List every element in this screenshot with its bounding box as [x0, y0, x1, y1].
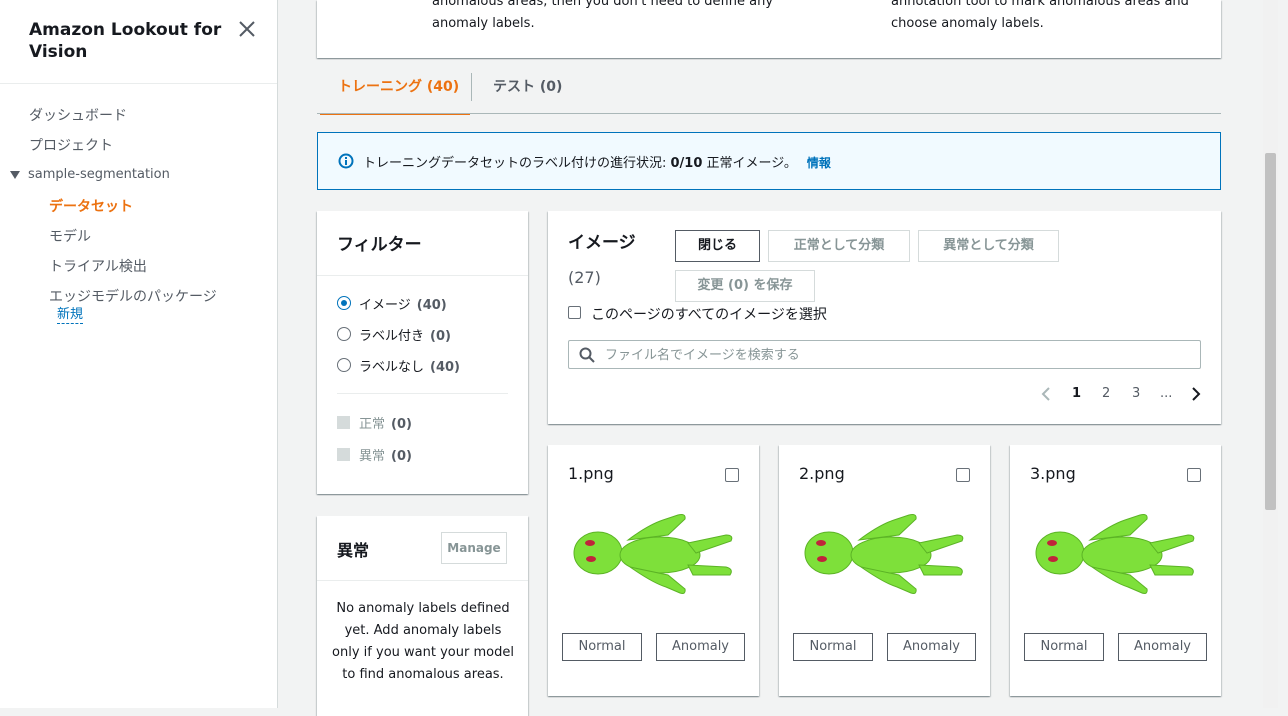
classify-normal-button[interactable]: 正常として分類	[768, 230, 910, 262]
image-filename: 2.png	[799, 464, 845, 483]
image-tile[interactable]: 3.png Normal Anomaly	[1010, 445, 1221, 696]
nav-dashboard[interactable]: ダッシュボード	[29, 105, 127, 125]
divider	[317, 275, 528, 276]
tab-training[interactable]: トレーニング (40)	[320, 67, 470, 115]
alien-figure-image[interactable]	[1030, 495, 1201, 613]
nav-projects[interactable]: プロジェクト	[29, 135, 113, 155]
caret-down-icon[interactable]	[10, 171, 20, 179]
filter-class-label: 正常	[359, 417, 386, 432]
info-card-left-line2: anomaly labels.	[432, 16, 535, 31]
new-badge: 新規	[57, 307, 84, 324]
tab-test[interactable]: テスト (0)	[493, 67, 583, 113]
checkbox-anomaly-disabled	[337, 448, 350, 461]
image-filename: 1.png	[568, 464, 614, 483]
filter-option-label: ラベルなし	[359, 360, 425, 375]
label-normal-button[interactable]: Normal	[1024, 633, 1104, 661]
info-card-right-line2: choose anomaly labels.	[891, 16, 1044, 31]
nav-edge-model-packages[interactable]: エッジモデルのパッケージ	[49, 286, 217, 306]
radio-images[interactable]	[337, 296, 351, 310]
labeling-progress-alert: トレーニングデータセットのラベル付けの進行状況: 0/10 正常イメージ。 情報	[317, 132, 1221, 190]
tab-separator	[471, 73, 472, 101]
filter-class-count: (0)	[391, 449, 412, 464]
radio-unlabeled[interactable]	[337, 358, 351, 372]
tab-training-label: トレーニング (40)	[338, 79, 460, 95]
divider	[317, 580, 528, 581]
select-all-checkbox[interactable]	[568, 306, 581, 319]
filter-option-count: (40)	[416, 298, 447, 313]
image-select-checkbox[interactable]	[956, 468, 970, 482]
radio-labeled[interactable]	[337, 327, 351, 341]
filter-class-anomaly: 異常 (0)	[359, 445, 412, 464]
filter-option-images[interactable]: イメージ (40)	[359, 294, 447, 313]
progress-prefix: トレーニングデータセットのラベル付けの進行状況:	[363, 156, 671, 171]
label-normal-button[interactable]: Normal	[793, 633, 873, 661]
page-ellipsis: ...	[1160, 386, 1173, 401]
info-card-left-line1: anomalous areas, then you don't need to …	[432, 0, 774, 9]
label-normal-button[interactable]: Normal	[562, 633, 642, 661]
anomaly-labels-panel: 異常 Manage No anomaly labels defined yet.…	[317, 516, 528, 716]
divider	[337, 393, 508, 394]
progress-value: 0/10	[670, 156, 703, 171]
nav-project-sample-segmentation[interactable]: sample-segmentation	[28, 167, 170, 182]
nav-dataset[interactable]: データセット	[49, 196, 133, 216]
image-select-checkbox[interactable]	[1187, 468, 1201, 482]
image-tile[interactable]: 2.png Normal Anomaly	[779, 445, 990, 696]
manage-button[interactable]: Manage	[441, 532, 507, 564]
progress-suffix: 正常イメージ。	[702, 156, 797, 171]
info-card-right-line1: annotation tool to mark anomalous areas …	[891, 0, 1189, 9]
images-count: (27)	[568, 268, 601, 287]
info-link[interactable]: 情報	[807, 156, 831, 170]
images-panel: イメージ (27) 閉じる 正常として分類 異常として分類 変更 (0) を保存…	[548, 211, 1221, 424]
image-select-checkbox[interactable]	[725, 468, 739, 482]
filter-option-unlabeled[interactable]: ラベルなし (40)	[359, 356, 460, 375]
chevron-right-icon[interactable]	[1190, 386, 1202, 402]
image-filename: 3.png	[1030, 464, 1076, 483]
classify-anomaly-button[interactable]: 異常として分類	[918, 230, 1059, 262]
close-icon[interactable]	[236, 18, 258, 40]
no-anomaly-labels-text: No anomaly labels defined yet. Add anoma…	[332, 601, 514, 682]
tab-test-label: テスト (0)	[493, 79, 563, 95]
filter-option-label: ラベル付き	[359, 329, 425, 344]
filter-title: フィルター	[337, 235, 422, 255]
alien-figure-image[interactable]	[568, 495, 739, 613]
tabs-underline	[317, 113, 1221, 114]
scrollbar-thumb[interactable]	[1265, 153, 1276, 510]
info-card: anomalous areas, then you don't need to …	[317, 0, 1221, 58]
alien-figure-image[interactable]	[799, 495, 970, 613]
progress-text: トレーニングデータセットのラベル付けの進行状況: 0/10 正常イメージ。 情報	[363, 152, 831, 171]
chevron-left-icon[interactable]	[1040, 386, 1052, 402]
anomaly-title: 異常	[337, 541, 370, 560]
label-anomaly-button[interactable]: Anomaly	[656, 633, 745, 661]
nav-models[interactable]: モデル	[49, 226, 91, 246]
label-anomaly-button[interactable]: Anomaly	[1118, 633, 1207, 661]
images-title: イメージ	[568, 233, 636, 253]
filter-option-labeled[interactable]: ラベル付き (0)	[359, 325, 451, 344]
label-anomaly-button[interactable]: Anomaly	[887, 633, 976, 661]
filter-option-count: (0)	[430, 329, 451, 344]
side-navigation: Amazon Lookout for Vision ダッシュボード プロジェクト…	[0, 0, 278, 708]
dataset-tabs: トレーニング (40) テスト (0)	[317, 67, 1221, 115]
info-icon	[338, 153, 354, 169]
page-3[interactable]: 3	[1132, 386, 1140, 401]
filter-class-count: (0)	[391, 417, 412, 432]
search-icon	[579, 347, 595, 363]
filter-option-label: イメージ	[359, 298, 411, 313]
close-button[interactable]: 閉じる	[675, 230, 760, 262]
page-2[interactable]: 2	[1102, 386, 1110, 401]
filter-panel: フィルター イメージ (40) ラベル付き (0) ラベルなし (40) 正常 (0) …	[317, 211, 528, 494]
checkbox-normal-disabled	[337, 416, 350, 429]
search-input[interactable]	[603, 344, 1187, 366]
filter-option-count: (40)	[430, 360, 460, 375]
select-all-label[interactable]: このページのすべてのイメージを選択	[591, 304, 827, 324]
filter-class-normal: 正常 (0)	[359, 413, 412, 432]
service-title: Amazon Lookout for Vision	[29, 20, 222, 62]
filter-class-label: 異常	[359, 449, 386, 464]
save-changes-button[interactable]: 変更 (0) を保存	[675, 270, 815, 302]
divider	[0, 83, 277, 84]
nav-trial-detection[interactable]: トライアル検出	[49, 256, 147, 276]
search-box[interactable]	[568, 340, 1201, 369]
image-tile[interactable]: 1.png Normal Anomaly	[548, 445, 759, 696]
page-1[interactable]: 1	[1072, 386, 1081, 401]
